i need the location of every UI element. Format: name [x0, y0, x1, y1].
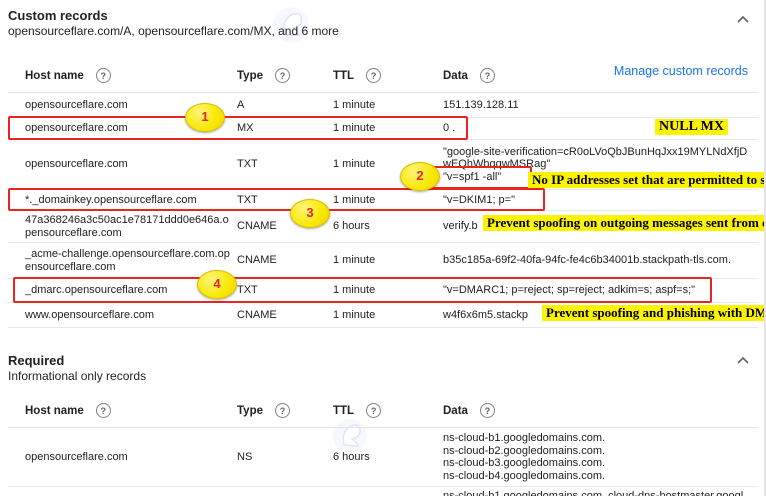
- cell-type: A: [237, 96, 333, 115]
- table-row: 47a368246a3c50ac1e78171ddd0e646a.opensou…: [8, 211, 758, 243]
- annotation-highlight-label: Prevent spoofing and phishing with DMARC: [542, 305, 766, 321]
- data-value: "google-site-verification=cR0oLVoQbJBunH…: [443, 146, 752, 171]
- column-header-label: Data: [443, 405, 468, 417]
- table-header-row: Host name?Type?TTL?Data?: [8, 396, 758, 428]
- help-icon[interactable]: ?: [480, 68, 495, 83]
- help-icon[interactable]: ?: [480, 403, 495, 418]
- column-header-label: Host name: [25, 405, 84, 417]
- section-title: Required: [8, 353, 756, 369]
- custom-records-header: Custom records opensourceflare.com/A, op…: [0, 0, 764, 39]
- cell-type: NS: [237, 448, 333, 467]
- column-header: Host name?: [8, 68, 237, 83]
- annotation-callout-number: 1: [185, 103, 225, 132]
- section-subtitle: Informational only records: [8, 369, 756, 384]
- cell-data: "v=DMARC1; p=reject; sp=reject; adkim=s;…: [443, 281, 758, 300]
- column-header: TTL?: [333, 403, 443, 418]
- data-value: ns-cloud-b1.googledomains.com.: [443, 432, 752, 445]
- data-value: "v=DMARC1; p=reject; sp=reject; adkim=s;…: [443, 284, 752, 297]
- cell-ttl: 6 hours: [333, 448, 443, 467]
- data-value: ns-cloud-b4.googledomains.com.: [443, 470, 752, 483]
- cell-data: 151.139.128.11: [443, 96, 758, 115]
- custom-records-table: Host name?Type?TTL?Data?opensourceflare.…: [8, 61, 758, 328]
- column-header-label: Type: [237, 405, 263, 417]
- section-title: Custom records: [8, 8, 756, 24]
- cell-type: CNAME: [237, 306, 333, 325]
- data-value: 151.139.128.11: [443, 99, 752, 112]
- cell-ttl: 1 minute: [333, 96, 443, 115]
- column-header: Data?: [443, 403, 758, 418]
- cell-host-name: opensourceflare.com: [8, 448, 237, 467]
- help-icon[interactable]: ?: [275, 403, 290, 418]
- required-records-table: Host name?Type?TTL?Data?opensourceflare.…: [8, 396, 758, 496]
- help-icon[interactable]: ?: [366, 68, 381, 83]
- cell-data: ns-cloud-b1.googledomains.com.ns-cloud-b…: [443, 429, 758, 485]
- chevron-up-icon[interactable]: [734, 351, 752, 370]
- column-header-label: Host name: [25, 70, 84, 82]
- column-header: Type?: [237, 403, 333, 418]
- annotation-callout-number: 4: [197, 270, 237, 299]
- column-header-label: TTL: [333, 405, 354, 417]
- table-row: opensourceflare.comNS6 hoursns-cloud-b1.…: [8, 428, 758, 487]
- manage-custom-records-link[interactable]: Manage custom records: [614, 64, 748, 78]
- cell-ttl: 1 minute: [333, 251, 443, 270]
- cell-data: b35c185a-69f2-40fa-94fc-fe4c6b34001b.sta…: [443, 251, 758, 270]
- annotation-callout-number: 2: [400, 162, 440, 191]
- cell-data: ns-cloud-b1.googledomains.com. cloud-dns…: [443, 487, 758, 496]
- annotation-highlight-label: Prevent spoofing on outgoing messages se…: [483, 215, 766, 231]
- column-header-label: Type: [237, 70, 263, 82]
- table-row: *._domainkey.opensourceflare.comTXT1 min…: [8, 190, 758, 211]
- cell-type: TXT: [237, 281, 333, 300]
- cell-type: TXT: [237, 155, 333, 174]
- data-value: b35c185a-69f2-40fa-94fc-fe4c6b34001b.sta…: [443, 254, 752, 267]
- cell-ttl: 1 minute: [333, 281, 443, 300]
- section-subtitle: opensourceflare.com/A, opensourceflare.c…: [8, 24, 756, 39]
- data-value: ns-cloud-b3.googledomains.com.: [443, 457, 752, 470]
- cell-ttl: 1 minute: [333, 306, 443, 325]
- column-header: TTL?: [333, 68, 443, 83]
- column-header: Host name?: [8, 403, 237, 418]
- help-icon[interactable]: ?: [275, 68, 290, 83]
- required-records-header: Required Informational only records: [0, 345, 764, 384]
- annotation-highlight-label: No IP addresses set that are permitted t…: [528, 172, 766, 188]
- cell-type: MX: [237, 119, 333, 138]
- data-value: "v=DKIM1; p=": [443, 194, 752, 207]
- dns-records-page: Custom records opensourceflare.com/A, op…: [0, 0, 766, 496]
- cell-host-name: 47a368246a3c50ac1e78171ddd0e646a.opensou…: [8, 211, 237, 242]
- cell-type: CNAME: [237, 251, 333, 270]
- cell-data: "v=DKIM1; p=": [443, 191, 758, 210]
- data-value: ns-cloud-b2.googledomains.com.: [443, 445, 752, 458]
- table-row: _dmarc.opensourceflare.comTXT1 minute"v=…: [8, 279, 758, 303]
- cell-host-name: www.opensourceflare.com: [8, 306, 237, 325]
- chevron-up-icon[interactable]: [734, 10, 752, 29]
- column-header-label: Data: [443, 70, 468, 82]
- annotation-highlight-label: NULL MX: [655, 119, 728, 135]
- table-row: opensourceflare.comTXT1 minute"google-si…: [8, 140, 758, 190]
- cell-ttl: 1 minute: [333, 191, 443, 210]
- cell-host-name: opensourceflare.com: [8, 155, 237, 174]
- cell-host-name: *._domainkey.opensourceflare.com: [8, 191, 237, 210]
- cell-host-name: _acme-challenge.opensourceflare.com.open…: [8, 245, 237, 276]
- cell-ttl: 6 hours: [333, 217, 443, 236]
- help-icon[interactable]: ?: [96, 68, 111, 83]
- annotation-callout-number: 3: [290, 199, 330, 228]
- table-row: opensourceflare.comA1 minute151.139.128.…: [8, 93, 758, 118]
- help-icon[interactable]: ?: [96, 403, 111, 418]
- table-row: opensourceflare.comSOA6 hoursns-cloud-b1…: [8, 487, 758, 496]
- table-row: opensourceflare.comMX1 minute0 .1NULL MX: [8, 118, 758, 140]
- table-row: _acme-challenge.opensourceflare.com.open…: [8, 243, 758, 279]
- data-value: ns-cloud-b1.googledomains.com. cloud-dns…: [443, 490, 752, 496]
- table-row: www.opensourceflare.comCNAME1 minutew4f6…: [8, 303, 758, 328]
- help-icon[interactable]: ?: [366, 403, 381, 418]
- column-header-label: TTL: [333, 70, 354, 82]
- cell-ttl: 1 minute: [333, 119, 443, 138]
- column-header: Type?: [237, 68, 333, 83]
